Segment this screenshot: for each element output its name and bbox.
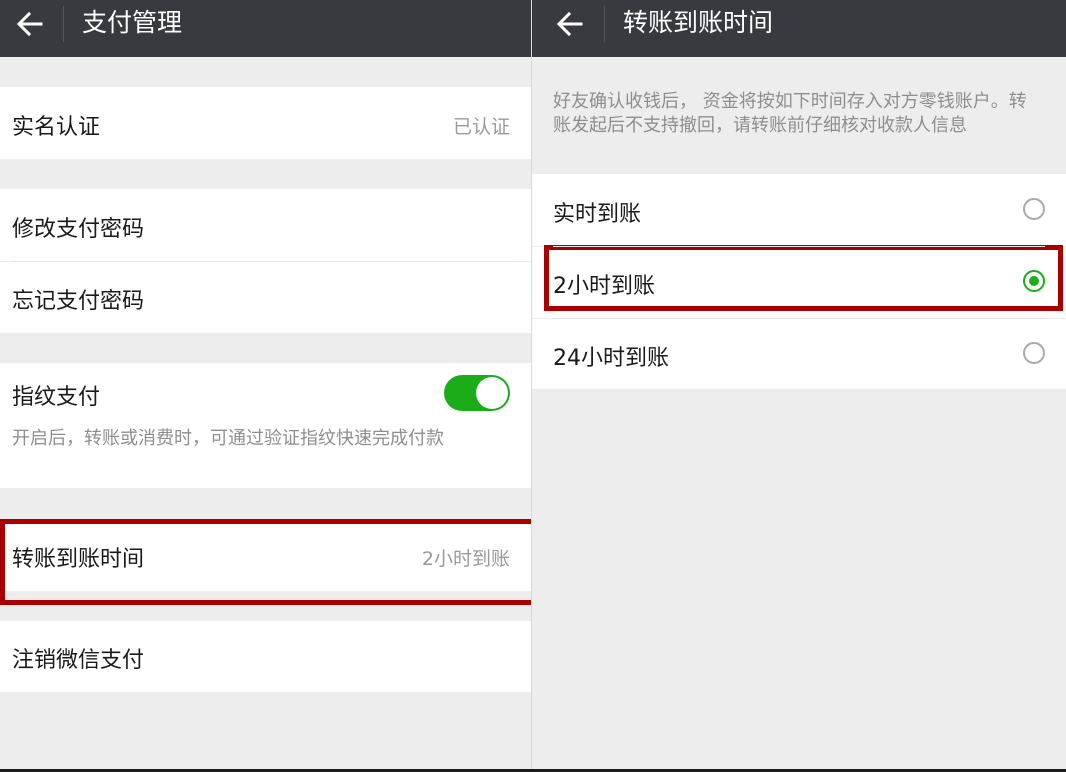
title-divider xyxy=(63,6,64,42)
left-top-bar: 支付管理 xyxy=(0,0,531,57)
option-2hours[interactable]: 2小时到账 xyxy=(532,247,1066,318)
back-arrow-icon[interactable] xyxy=(554,8,586,40)
change-password-label: 修改支付密码 xyxy=(12,217,145,242)
radio-button[interactable] xyxy=(1023,342,1045,364)
option-label: 24小时到账 xyxy=(553,346,669,371)
cancel-pay-label: 注销微信支付 xyxy=(12,648,145,673)
radio-button-checked[interactable] xyxy=(1023,270,1045,292)
forgot-password-cell[interactable]: 忘记支付密码 xyxy=(0,262,531,333)
fingerprint-toggle[interactable] xyxy=(444,375,510,411)
radio-button[interactable] xyxy=(1023,198,1045,220)
realname-label: 实名认证 xyxy=(12,115,101,140)
transfer-time-screen: 转账到账时间 好友确认收钱后， 资金将按如下时间存入对方零钱账户。转账发起后不支… xyxy=(531,0,1066,772)
payment-management-screen: 支付管理 实名认证 已认证 修改支付密码 忘记支付密码 指纹支付 开启后，转账或… xyxy=(0,0,541,772)
title-divider xyxy=(604,6,605,42)
cancel-pay-cell[interactable]: 注销微信支付 xyxy=(0,621,531,692)
option-label: 2小时到账 xyxy=(553,274,655,299)
page-title: 转账到账时间 xyxy=(623,8,774,37)
cell-divider xyxy=(12,261,510,262)
fingerprint-cell: 指纹支付 开启后，转账或消费时，可通过验证指纹快速完成付款 xyxy=(0,363,531,488)
option-realtime[interactable]: 实时到账 xyxy=(532,174,1066,246)
transfer-time-cell[interactable]: 转账到账时间 2小时到账 xyxy=(0,519,531,591)
transfer-time-label: 转账到账时间 xyxy=(12,547,145,572)
realname-cell[interactable]: 实名认证 已认证 xyxy=(0,87,531,159)
option-label: 实时到账 xyxy=(553,202,642,227)
change-password-cell[interactable]: 修改支付密码 xyxy=(0,189,531,261)
fingerprint-description: 开启后，转账或消费时，可通过验证指纹快速完成付款 xyxy=(12,428,444,449)
forgot-password-label: 忘记支付密码 xyxy=(12,289,145,314)
transfer-notice: 好友确认收钱后， 资金将按如下时间存入对方零钱账户。转账发起后不支持撤回，请转账… xyxy=(553,91,1027,136)
page-title: 支付管理 xyxy=(82,8,183,37)
option-24hours[interactable]: 24小时到账 xyxy=(532,319,1066,389)
right-top-bar: 转账到账时间 xyxy=(532,0,1066,57)
realname-status: 已认证 xyxy=(452,116,510,138)
back-arrow-icon[interactable] xyxy=(14,8,46,40)
radio-dot xyxy=(1029,276,1039,286)
fingerprint-label: 指纹支付 xyxy=(12,385,101,410)
cell-divider xyxy=(553,318,1045,319)
transfer-time-value: 2小时到账 xyxy=(421,548,510,570)
toggle-knob xyxy=(476,377,508,409)
cell-divider xyxy=(553,246,1045,247)
